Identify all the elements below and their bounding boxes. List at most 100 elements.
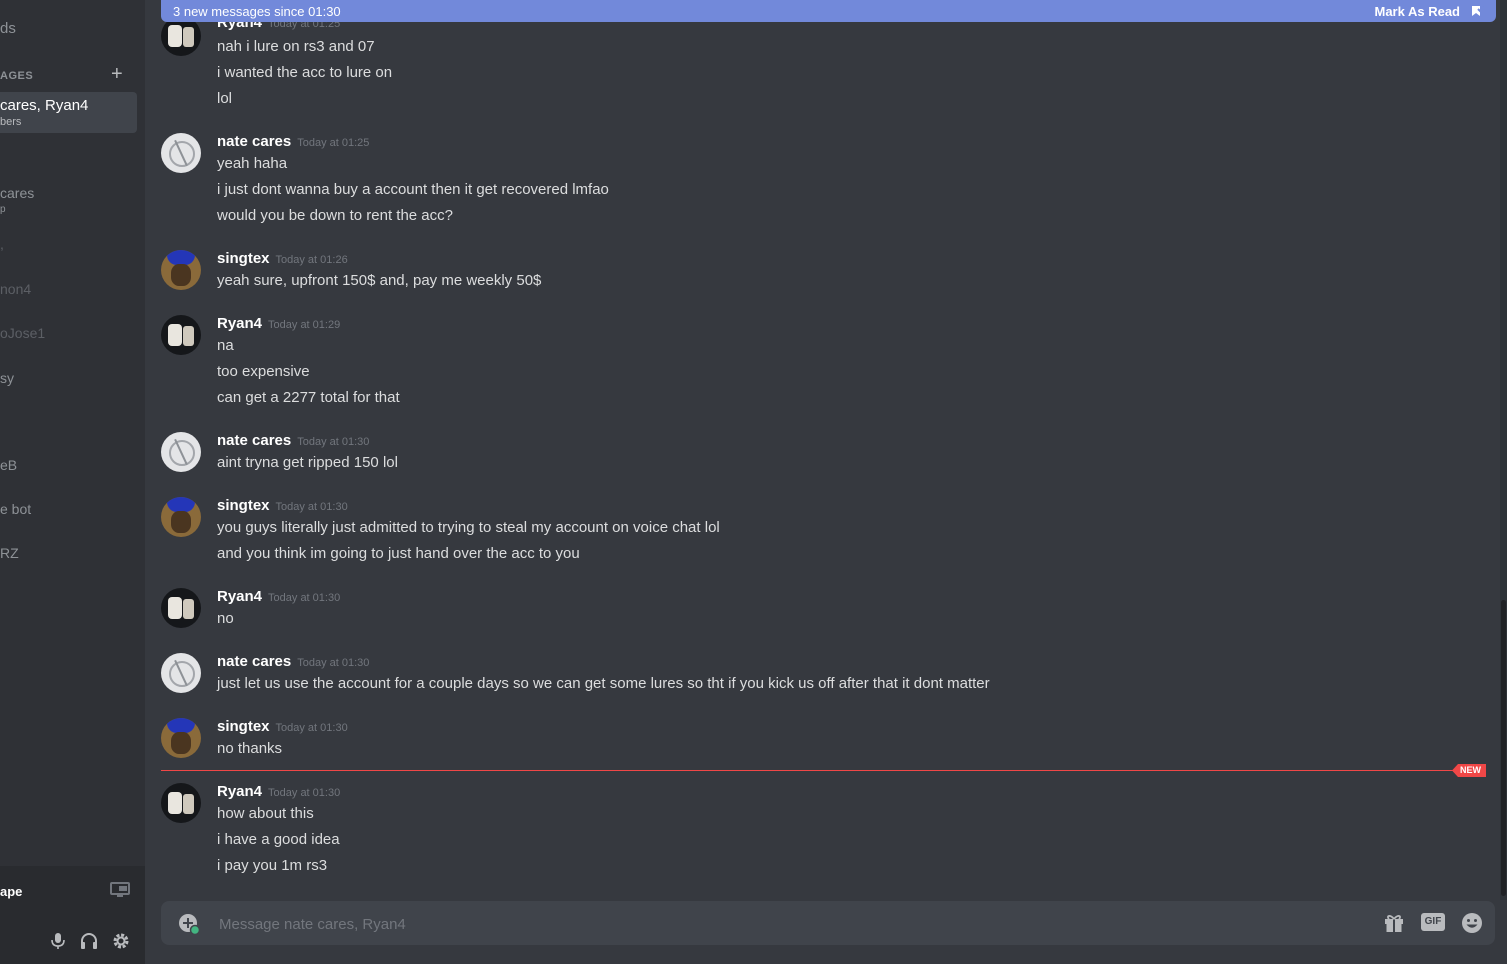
plus-icon[interactable]: + (111, 64, 123, 84)
sidebar-friends-label[interactable]: ds (0, 20, 16, 37)
message-text: no thanks (217, 740, 283, 757)
timestamp: Today at 01:30 (297, 436, 370, 448)
timestamp: Today at 01:30 (297, 657, 370, 669)
scrollbar-thumb[interactable] (1501, 600, 1506, 896)
attach-plus-icon[interactable] (178, 913, 200, 935)
direct-messages-header: AGES (0, 70, 34, 82)
sidebar-item-dm[interactable]: , (0, 236, 4, 252)
sidebar-item-dm[interactable]: sy (0, 370, 14, 386)
mark-as-read-button[interactable]: Mark As Read (1375, 4, 1461, 19)
timestamp: Today at 01:26 (275, 254, 348, 266)
message-header: singtex Today at 01:30 (217, 718, 348, 736)
author-name[interactable]: nate cares (217, 653, 291, 670)
message-text: i just dont wanna buy a account then it … (217, 181, 609, 198)
timestamp: Today at 01:25 (297, 137, 370, 149)
new-messages-divider (161, 770, 1479, 771)
message-header: singtex Today at 01:26 (217, 250, 348, 268)
author-name[interactable]: Ryan4 (217, 588, 262, 605)
emoji-icon[interactable] (1461, 912, 1483, 934)
gif-icon[interactable]: GIF (1421, 913, 1445, 931)
active-dm-subtitle: bers (0, 116, 22, 128)
gift-icon[interactable] (1383, 912, 1405, 934)
timestamp: Today at 01:30 (268, 787, 341, 799)
message-group: Ryan4 Today at 01:30 how about this i hav… (161, 783, 1491, 878)
message-group: nate cares Today at 01:30 aint tryna get … (161, 432, 1491, 477)
sidebar-item-dm[interactable]: cares (0, 185, 34, 201)
voice-controls (0, 916, 145, 964)
message-text: i have a good idea (217, 831, 340, 848)
message-header: Ryan4 Today at 01:30 (217, 783, 340, 801)
message-group: nate cares Today at 01:30 just let us use… (161, 653, 1491, 698)
sidebar-item-active-dm[interactable]: cares, Ryan4 bers (0, 92, 137, 133)
message-header: nate cares Today at 01:30 (217, 432, 369, 450)
avatar[interactable] (161, 783, 201, 823)
avatar[interactable] (161, 133, 201, 173)
avatar[interactable] (161, 497, 201, 537)
sidebar-item-dm-sub: p (0, 204, 6, 215)
author-name[interactable]: nate cares (217, 432, 291, 449)
gear-icon[interactable] (112, 932, 130, 950)
message-header: nate cares Today at 01:30 (217, 653, 369, 671)
microphone-icon[interactable] (49, 932, 67, 950)
active-dm-title: cares, Ryan4 (0, 97, 89, 114)
message-text: na (217, 337, 234, 354)
author-name[interactable]: nate cares (217, 133, 291, 150)
new-messages-banner-text[interactable]: 3 new messages since 01:30 (173, 4, 341, 19)
timestamp: Today at 01:29 (268, 319, 341, 331)
avatar[interactable] (161, 653, 201, 693)
current-username[interactable]: ape (0, 884, 22, 899)
message-text: aint tryna get ripped 150 lol (217, 454, 398, 471)
message-text: nah i lure on rs3 and 07 (217, 38, 375, 55)
mark-read-icon[interactable] (1470, 4, 1484, 18)
message-group: singtex Today at 01:30 you guys literally… (161, 497, 1491, 567)
sidebar-item-dm[interactable]: RZ (0, 545, 19, 561)
author-name[interactable]: singtex (217, 497, 270, 514)
message-header: Ryan4 Today at 01:30 (217, 588, 340, 606)
message-group: Ryan4 Today at 01:25 nah i lure on rs3 an… (161, 14, 1491, 107)
dm-sidebar: ds AGES + cares, Ryan4 bers cares p , no… (0, 0, 145, 964)
message-text: yeah sure, upfront 150$ and, pay me week… (217, 272, 542, 289)
message-text: you guys literally just admitted to tryi… (217, 519, 720, 536)
message-group: nate cares Today at 01:25 yeah haha i jus… (161, 133, 1491, 224)
avatar[interactable] (161, 16, 201, 56)
avatar[interactable] (161, 718, 201, 758)
message-group: Ryan4 Today at 01:30 no (161, 588, 1491, 633)
message-group: singtex Today at 01:26 yeah sure, upfront… (161, 250, 1491, 295)
sidebar-item-dm[interactable]: e bot (0, 501, 31, 517)
message-text: no (217, 610, 234, 627)
timestamp: Today at 01:30 (268, 592, 341, 604)
message-text: yeah haha (217, 155, 288, 172)
avatar[interactable] (161, 315, 201, 355)
message-text: can get a 2277 total for that (217, 389, 400, 406)
message-text: just let us use the account for a couple… (217, 675, 990, 692)
sidebar-item-dm[interactable]: oJose1 (0, 325, 45, 341)
avatar[interactable] (161, 432, 201, 472)
avatar[interactable] (161, 588, 201, 628)
message-text: how about this (217, 805, 314, 822)
author-name[interactable]: Ryan4 (217, 783, 262, 800)
message-header: singtex Today at 01:30 (217, 497, 348, 515)
message-text: lol (217, 90, 233, 107)
message-header: nate cares Today at 01:25 (217, 133, 369, 151)
message-group: Ryan4 Today at 01:29 na too expensive can… (161, 315, 1491, 406)
author-name[interactable]: singtex (217, 250, 270, 267)
new-messages-banner[interactable]: 3 new messages since 01:30 Mark As Read (161, 0, 1496, 22)
message-list[interactable]: Ryan4 Today at 01:25 nah i lure on rs3 an… (145, 0, 1500, 900)
avatar[interactable] (161, 250, 201, 290)
sidebar-item-dm[interactable]: non4 (0, 281, 31, 297)
timestamp: Today at 01:30 (275, 722, 348, 734)
sidebar-item-dm[interactable]: eB (0, 457, 17, 473)
user-panel: ape (0, 866, 145, 916)
author-name[interactable]: singtex (217, 718, 270, 735)
message-group: singtex Today at 01:30 no thanks (161, 718, 1491, 763)
screen-share-icon[interactable] (110, 882, 130, 898)
author-name[interactable]: Ryan4 (217, 315, 262, 332)
new-messages-badge: NEW (1452, 764, 1486, 777)
message-input[interactable] (217, 911, 1321, 937)
message-text: would you be down to rent the acc? (217, 207, 453, 224)
message-text: i wanted the acc to lure on (217, 64, 393, 81)
message-text: and you think im going to just hand over… (217, 545, 580, 562)
timestamp: Today at 01:30 (275, 501, 348, 513)
message-text: i pay you 1m rs3 (217, 857, 328, 874)
headphones-icon[interactable] (80, 932, 98, 950)
